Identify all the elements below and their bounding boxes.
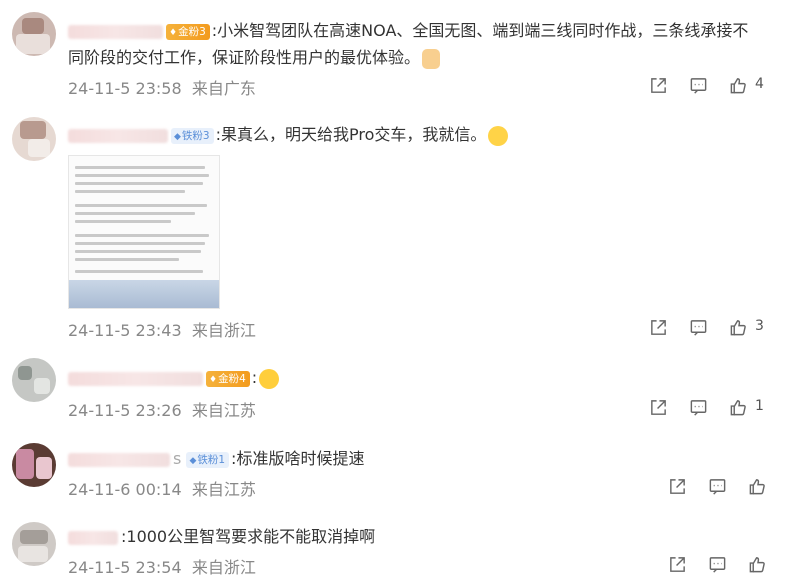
comment-meta: 24-11-5 23:54 来自浙江 xyxy=(68,554,256,578)
comment-item: :1000公里智驾要求能不能取消掉啊 24-11-5 23:54 来自浙江 xyxy=(0,507,786,584)
username[interactable] xyxy=(68,24,163,39)
comment-item: ♦金粉3:小米智驾团队在高速NOA、全国无图、端到端三线同时作战，三条线承接不 … xyxy=(0,0,786,105)
share-icon[interactable] xyxy=(647,397,669,417)
thumbs-up-emoji xyxy=(422,48,441,69)
crying-emoji xyxy=(488,125,509,146)
comment-icon[interactable] xyxy=(706,554,728,574)
comment-actions: 3 xyxy=(647,317,777,337)
comment-meta: 24-11-5 23:43 来自浙江 xyxy=(68,317,256,341)
username[interactable] xyxy=(68,371,203,386)
comment-actions: 1 xyxy=(647,397,777,417)
avatar[interactable] xyxy=(12,117,56,161)
avatar[interactable] xyxy=(12,522,56,566)
attached-image-thumbnail[interactable] xyxy=(68,155,220,309)
comment-actions xyxy=(666,554,776,574)
comment-text: s ◆铁粉1:标准版啥时候提速 xyxy=(68,446,364,471)
tongue-emoji xyxy=(259,368,280,389)
location: 来自江苏 xyxy=(191,401,256,420)
username[interactable] xyxy=(68,530,118,545)
location: 来自江苏 xyxy=(191,480,256,499)
comment-actions xyxy=(666,476,776,496)
comment-item: ◆铁粉3:果真么，明天给我Pro交车，我就信。 24-11-5 23:43 来自… xyxy=(0,105,786,345)
comment-item: ♦金粉4: 24-11-5 23:26 来自江苏 1 xyxy=(0,345,786,427)
location: 来自浙江 xyxy=(191,558,256,577)
username[interactable] xyxy=(68,128,168,143)
avatar[interactable] xyxy=(12,12,56,56)
share-icon[interactable] xyxy=(647,317,669,337)
timestamp: 24-11-5 23:58 xyxy=(68,79,182,98)
fan-badge[interactable]: ♦金粉4 xyxy=(206,370,250,387)
like-icon[interactable] xyxy=(746,554,768,574)
avatar[interactable] xyxy=(12,443,56,487)
comment-text: ♦金粉4: xyxy=(68,365,280,390)
comment-icon[interactable] xyxy=(687,75,709,95)
like-count: 4 xyxy=(755,76,764,92)
comment-icon[interactable] xyxy=(687,317,709,337)
comment-text: ♦金粉3:小米智驾团队在高速NOA、全国无图、端到端三线同时作战，三条线承接不 xyxy=(68,18,748,43)
comment-text-continued: 同阶段的交付工作，保证阶段性用户的最优体验。 xyxy=(68,45,441,70)
like-icon[interactable] xyxy=(727,75,749,95)
comment-text: ◆铁粉3:果真么，明天给我Pro交车，我就信。 xyxy=(68,122,509,147)
location: 来自广东 xyxy=(191,79,256,98)
like-icon[interactable] xyxy=(727,397,749,417)
comment-meta: 24-11-6 00:14 来自江苏 xyxy=(68,476,256,500)
comment-actions: 4 xyxy=(647,75,777,95)
like-count: 1 xyxy=(755,398,764,414)
timestamp: 24-11-5 23:54 xyxy=(68,558,182,577)
fan-badge[interactable]: ◆铁粉3 xyxy=(171,127,214,144)
like-icon[interactable] xyxy=(746,476,768,496)
timestamp: 24-11-5 23:26 xyxy=(68,401,182,420)
like-icon[interactable] xyxy=(727,317,749,337)
share-icon[interactable] xyxy=(647,75,669,95)
share-icon[interactable] xyxy=(666,554,688,574)
comment-text: :1000公里智驾要求能不能取消掉啊 xyxy=(68,524,375,549)
fan-badge[interactable]: ◆铁粉1 xyxy=(186,451,230,468)
timestamp: 24-11-6 00:14 xyxy=(68,480,182,499)
like-count: 3 xyxy=(755,318,764,334)
comment-meta: 24-11-5 23:58 来自广东 xyxy=(68,75,256,99)
location: 来自浙江 xyxy=(191,321,256,340)
share-icon[interactable] xyxy=(666,476,688,496)
avatar[interactable] xyxy=(12,358,56,402)
comment-icon[interactable] xyxy=(687,397,709,417)
comment-item: s ◆铁粉1:标准版啥时候提速 24-11-6 00:14 来自江苏 xyxy=(0,427,786,507)
fan-badge[interactable]: ♦金粉3 xyxy=(166,23,210,40)
comment-icon[interactable] xyxy=(706,476,728,496)
timestamp: 24-11-5 23:43 xyxy=(68,321,182,340)
comment-meta: 24-11-5 23:26 来自江苏 xyxy=(68,397,256,421)
username[interactable] xyxy=(68,452,170,467)
